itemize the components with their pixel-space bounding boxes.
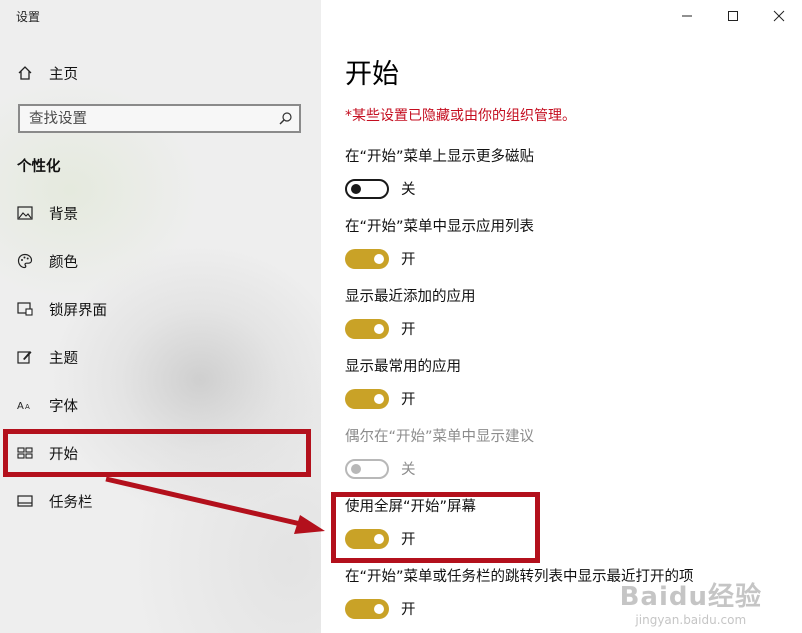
settings-window: 设置 主页 个性化 背景 颜色: [0, 0, 802, 633]
annotation-arrow: [105, 476, 325, 534]
